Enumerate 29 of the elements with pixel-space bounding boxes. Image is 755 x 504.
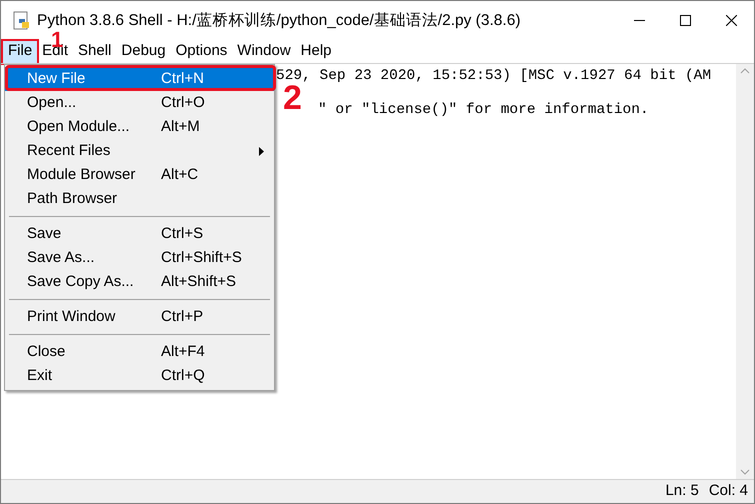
menu-item[interactable]: Path Browser (5, 187, 274, 211)
submenu-arrow-icon (259, 147, 264, 156)
menu-item[interactable]: Save Ctrl+S (5, 222, 274, 246)
maximize-icon (680, 15, 690, 26)
line-number: Ln: 5 (665, 481, 699, 502)
menu-item[interactable]: Module Browser Alt+C (5, 163, 274, 187)
scrollbar[interactable] (736, 64, 754, 479)
menu-bar-item[interactable]: Debug (116, 40, 171, 62)
menu-bar-item[interactable]: Window (232, 40, 296, 62)
menu-item[interactable]: Print Window Ctrl+P (5, 305, 274, 329)
menu-bar-item[interactable]: Help (296, 40, 337, 62)
python-file-icon (13, 10, 31, 30)
menu-bar-item[interactable]: Options (170, 40, 232, 62)
scroll-down-icon[interactable] (740, 469, 750, 475)
column-number: Col: 4 (708, 481, 748, 502)
menu-bar-item[interactable]: Shell (73, 40, 116, 62)
menu-bar-item[interactable]: File (3, 40, 38, 62)
minimize-icon (634, 20, 644, 21)
menu-item[interactable]: Open Module... Alt+M (5, 115, 274, 139)
menu-item[interactable]: Exit Ctrl+Q (5, 364, 274, 388)
menu-item[interactable]: Save Copy As... Alt+Shift+S (5, 270, 274, 294)
window-title: Python 3.8.6 Shell - H:/蓝桥杯训练/python_code/基础语法/2.py (3.8.6) (37, 10, 520, 31)
menu-item[interactable]: Open... Ctrl+O (5, 91, 274, 115)
shell-output-line: " or "license()" for more information. (318, 100, 649, 120)
menu-item[interactable]: Recent Files (5, 139, 274, 163)
menu-item[interactable]: Close Alt+F4 (5, 340, 274, 364)
close-icon (726, 15, 736, 26)
menu-item[interactable]: Save As... Ctrl+Shift+S (5, 246, 274, 270)
scroll-up-icon[interactable] (740, 68, 750, 74)
